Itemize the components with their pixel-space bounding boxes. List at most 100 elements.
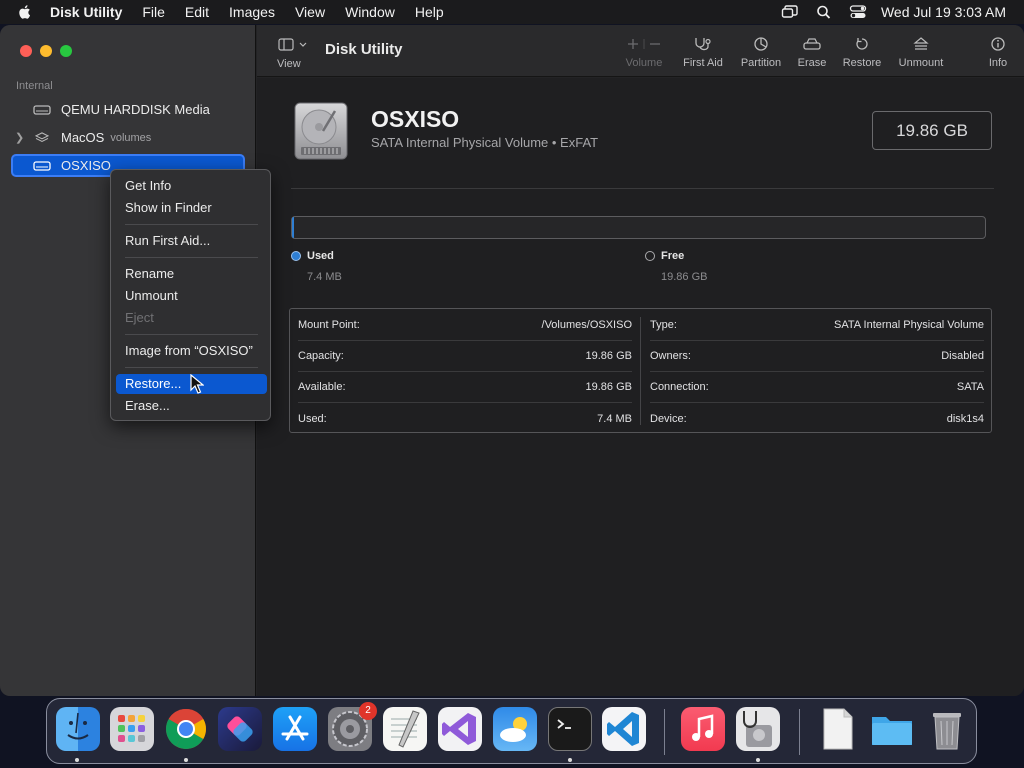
volume-name: OSXISO	[371, 106, 460, 132]
running-indicator	[756, 758, 760, 762]
menubar-clock[interactable]: Wed Jul 19 3:03 AM	[881, 4, 1006, 20]
erase-button[interactable]: Erase	[795, 37, 829, 69]
restore-button-label: Restore	[842, 57, 882, 69]
menu-bar: Disk Utility File Edit Images View Windo…	[0, 0, 1024, 24]
volume-button[interactable]: Volume	[623, 37, 665, 69]
dock-separator	[799, 709, 800, 755]
shortcuts-icon[interactable]	[218, 707, 262, 751]
legend-free: Free	[645, 250, 684, 262]
menu-help[interactable]: Help	[405, 4, 454, 20]
menu-separator	[125, 367, 258, 368]
info-key: Available:	[298, 381, 346, 393]
sidebar-section-internal: Internal	[16, 80, 53, 92]
sidebar-toggle-icon	[278, 38, 307, 51]
info-divider	[640, 317, 641, 425]
info-row: Connection: SATA	[650, 372, 984, 403]
music-icon[interactable]	[681, 707, 725, 751]
menu-separator	[125, 224, 258, 225]
partition-pie-icon	[754, 37, 768, 51]
info-key: Used:	[298, 412, 327, 425]
sidebar-item-label: QEMU HARDDISK Media	[61, 102, 210, 117]
sidebar-item-qemu-harddisk[interactable]: QEMU HARDDISK Media	[11, 98, 245, 121]
weather-icon[interactable]	[493, 707, 537, 751]
sidebar-item-label: MacOS	[61, 130, 105, 145]
partition-button[interactable]: Partition	[737, 37, 785, 69]
view-button[interactable]: View	[277, 38, 307, 70]
finder-icon[interactable]	[56, 707, 100, 751]
first-aid-button-label: First Aid	[683, 57, 723, 69]
toolbar: View Disk Utility Volume First Aid Parti…	[257, 25, 1024, 77]
unmount-button-label: Unmount	[898, 57, 944, 69]
menu-app-name[interactable]: Disk Utility	[40, 4, 132, 20]
menu-images[interactable]: Images	[219, 4, 285, 20]
info-row: Device: disk1s4	[650, 403, 984, 434]
minimize-window-button[interactable]	[40, 45, 52, 57]
info-value: SATA Internal Physical Volume	[834, 319, 984, 331]
notification-badge: 2	[359, 702, 377, 720]
menu-file[interactable]: File	[132, 4, 175, 20]
zoom-window-button[interactable]	[60, 45, 72, 57]
legend-used-value: 7.4 MB	[307, 271, 342, 283]
menu-window[interactable]: Window	[335, 4, 405, 20]
used-swatch	[291, 251, 301, 261]
menu-item-image-from[interactable]: Image from “OSXISO”	[116, 341, 267, 361]
menu-item-get-info[interactable]: Get Info	[116, 176, 267, 196]
legend-free-label: Free	[661, 250, 685, 262]
menu-item-unmount[interactable]: Unmount	[116, 286, 267, 306]
menu-item-run-first-aid[interactable]: Run First Aid...	[116, 231, 267, 251]
info-value: /Volumes/OSXISO	[541, 319, 632, 331]
visual-studio-icon[interactable]	[438, 707, 482, 751]
trash-icon[interactable]	[925, 707, 969, 751]
erase-button-label: Erase	[797, 57, 827, 69]
info-row: Type: SATA Internal Physical Volume	[650, 310, 984, 341]
volume-capacity-badge: 19.86 GB	[872, 111, 992, 150]
info-row: Owners: Disabled	[650, 341, 984, 372]
terminal-icon[interactable]	[548, 707, 592, 751]
sidebar-item-macos[interactable]: ❯ MacOS volumes	[11, 126, 245, 149]
folder-icon[interactable]	[870, 707, 914, 751]
internal-disk-icon	[33, 160, 51, 171]
erase-disk-icon	[803, 38, 821, 50]
menu-view[interactable]: View	[285, 4, 335, 20]
volume-detail-pane: OSXISO SATA Internal Physical Volume • E…	[257, 78, 1024, 696]
rtf-document-icon[interactable]	[816, 707, 860, 751]
unmount-button[interactable]: Unmount	[895, 37, 947, 69]
menu-item-erase[interactable]: Erase...	[116, 396, 267, 416]
vscode-icon[interactable]	[602, 707, 646, 751]
info-row: Capacity: 19.86 GB	[298, 341, 632, 372]
internal-disk-icon	[33, 104, 51, 115]
close-window-button[interactable]	[20, 45, 32, 57]
mouse-pointer-icon	[190, 374, 204, 394]
menu-item-eject: Eject	[125, 310, 154, 325]
restore-button[interactable]: Restore	[841, 37, 883, 69]
info-row: Used: 7.4 MB	[298, 403, 632, 434]
info-key: Mount Point:	[298, 319, 360, 331]
spotlight-search-icon[interactable]	[815, 4, 833, 20]
running-indicator	[184, 758, 188, 762]
menu-item-show-in-finder[interactable]: Show in Finder	[116, 198, 267, 218]
info-value: SATA	[956, 381, 984, 393]
view-button-label: View	[277, 58, 301, 70]
chrome-icon[interactable]	[164, 707, 208, 751]
window-title: Disk Utility	[325, 41, 403, 58]
info-key: Connection:	[650, 381, 709, 393]
control-center-icon[interactable]	[849, 4, 867, 20]
first-aid-button[interactable]: First Aid	[679, 37, 727, 69]
app-store-icon[interactable]	[273, 707, 317, 751]
partition-button-label: Partition	[740, 57, 782, 69]
textedit-icon[interactable]	[383, 707, 427, 751]
disk-utility-icon[interactable]	[736, 707, 780, 751]
info-button[interactable]: Info	[985, 37, 1011, 69]
menu-edit[interactable]: Edit	[175, 4, 219, 20]
dock: 2	[46, 698, 977, 764]
menu-item-rename[interactable]: Rename	[116, 264, 267, 284]
launchpad-icon[interactable]	[110, 707, 154, 751]
menu-separator	[125, 334, 258, 335]
info-column-right: Type: SATA Internal Physical Volume Owner…	[642, 309, 992, 432]
apple-icon[interactable]	[14, 4, 36, 20]
free-swatch	[645, 251, 655, 261]
info-row: Available: 19.86 GB	[298, 372, 632, 403]
divider	[291, 188, 994, 189]
screen-mirroring-icon[interactable]	[781, 4, 799, 20]
disclosure-chevron-icon[interactable]: ❯	[15, 131, 24, 144]
